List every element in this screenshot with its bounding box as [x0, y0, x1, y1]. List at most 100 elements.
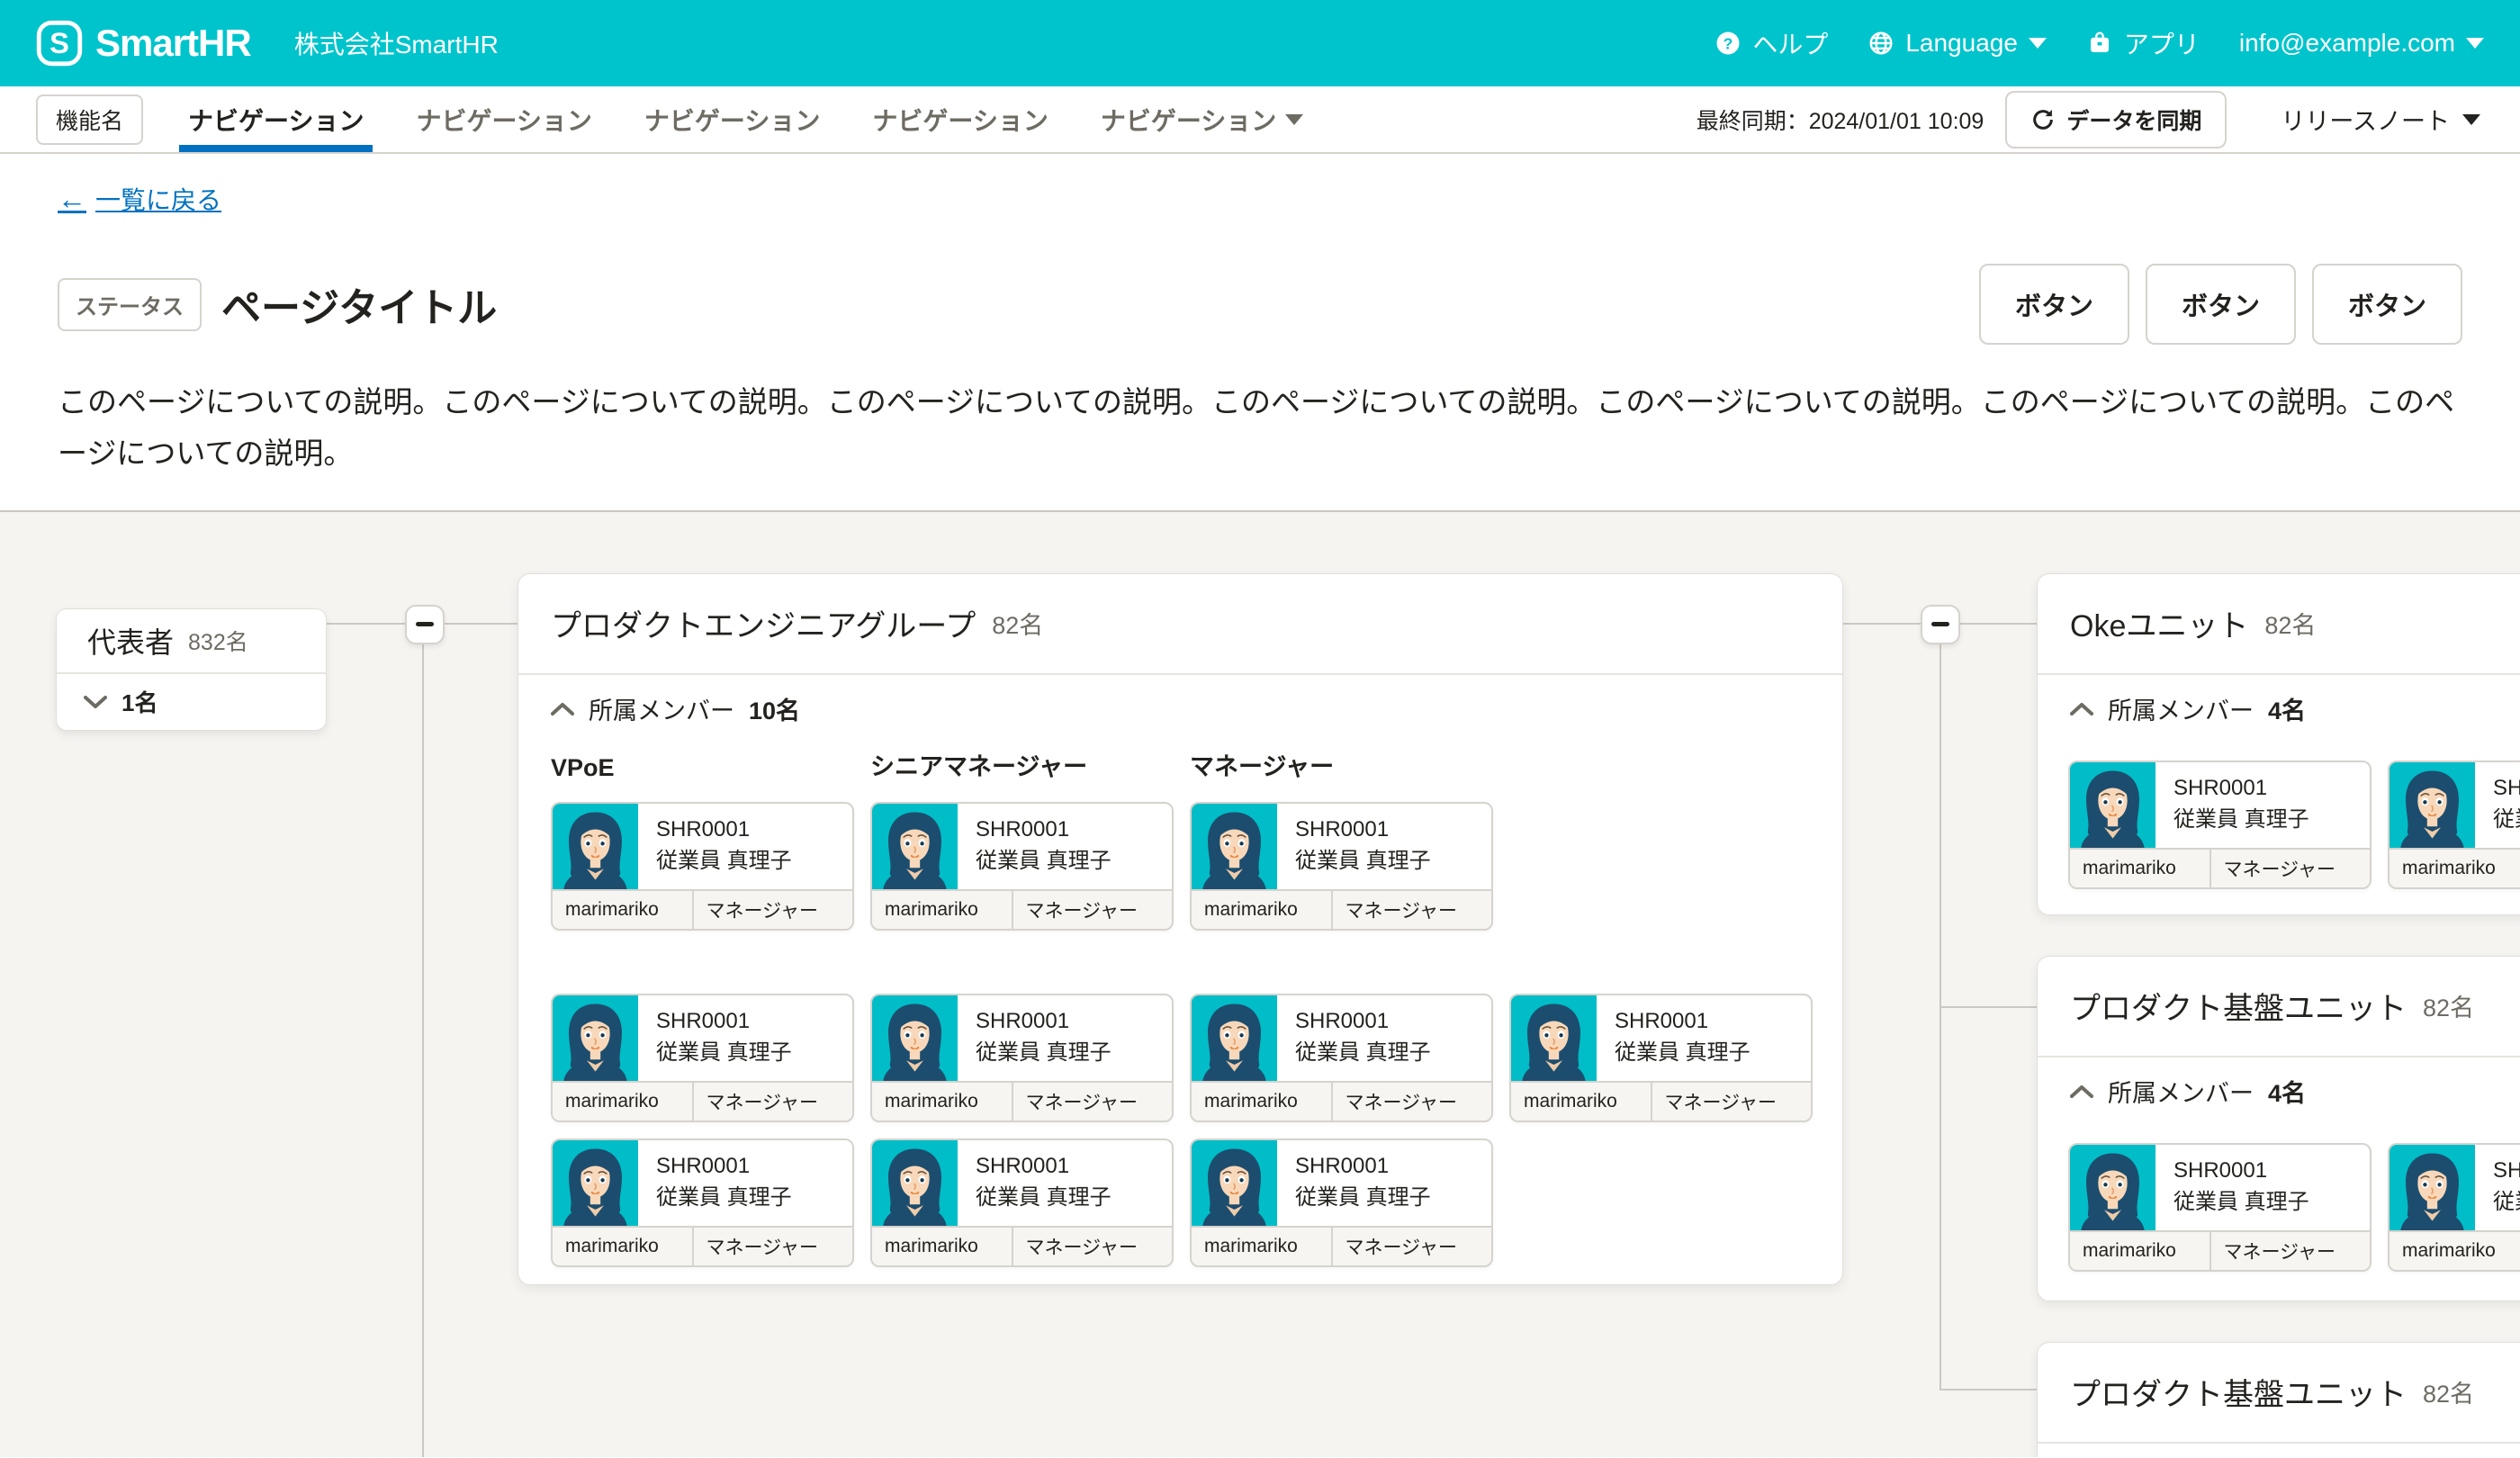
employee-name: 従業員 真理子	[2493, 807, 2520, 833]
employee-card[interactable]: SHR0001 従業員 真理子 marimariko マネージャー	[551, 994, 854, 1122]
group-title: プロダクトエンジニアグループ	[551, 601, 976, 645]
employee-card[interactable]: SHR0001 従業員 真理子 marimariko マネージャー	[1190, 802, 1493, 931]
employee-info: SHR0001 従業員 真理子	[638, 804, 792, 889]
employee-card[interactable]: SHR0001 従業員 真理子 marimariko マネージャー	[870, 1138, 1174, 1267]
employee-card-footer: marimariko マネージャー	[872, 1081, 1172, 1120]
employee-card-footer: marimariko マネージャー	[553, 1081, 852, 1120]
root-node-sub-count: 1名	[122, 685, 158, 718]
app-navigation: 機能名 ナビゲーション ナビゲーション ナビゲーション ナビゲーション ナビゲー…	[0, 86, 2520, 154]
employee-card[interactable]: SHR0001 従業員 真理子 marimariko マネージャー	[2068, 760, 2372, 889]
employee-name: 従業員 真理子	[656, 849, 792, 875]
help-link[interactable]: ? ヘルプ	[1714, 25, 1828, 61]
employee-role: マネージャー	[1333, 1083, 1492, 1120]
members-toggle[interactable]: 所属メンバー 10名	[518, 682, 1842, 736]
employee-role: マネージャー	[694, 891, 853, 929]
root-node-header: 代表者 832名	[57, 609, 326, 674]
employee-info: SHR0001 従業員 真理子	[2475, 1145, 2520, 1230]
member-card-row: SHR0001 従業員 真理子 marimariko マネージャー	[518, 802, 1842, 931]
group-count: 82名	[992, 606, 1043, 641]
employee-card[interactable]: SHR0001 従業員 真理子 marimariko マネージャー	[551, 802, 854, 931]
employee-name: 従業員 真理子	[976, 849, 1112, 875]
members-count: 4名	[2268, 691, 2306, 726]
group-header: プロダクト基盤ユニット 82名	[2038, 1343, 2520, 1444]
group-title: プロダクト基盤ユニット	[2070, 984, 2407, 1028]
apps-link[interactable]: アプリ	[2086, 25, 2200, 61]
employee-code: SHR0001	[656, 817, 792, 843]
action-button-2[interactable]: ボタン	[2146, 264, 2296, 345]
member-card-row: SHR0001 従業員 真理子 marimariko マネージャー	[518, 994, 1842, 1122]
employee-info: SHR0001 従業員 真理子	[1277, 995, 1431, 1081]
group-count: 82名	[2423, 1374, 2474, 1409]
org-chart-canvas[interactable]: 代表者 832名 1名 プロダクトエンジニアグループ 82名 所属メンバー 10…	[0, 510, 2520, 1457]
language-menu[interactable]: Language	[1868, 29, 2047, 58]
root-node-expand-row[interactable]: 1名	[57, 674, 326, 730]
nav-tab-2[interactable]: ナビゲーション	[416, 86, 591, 152]
employee-code: SHR0001	[1295, 1009, 1431, 1035]
members-toggle[interactable]: 所属メンバー 4名	[2038, 1065, 2520, 1119]
org-group-side-2: プロダクト基盤ユニット 82名 所属メンバー 4名	[2037, 956, 2520, 1301]
employee-card-footer: marimariko マネージャー	[1511, 1081, 1811, 1120]
group-count: 82名	[2264, 606, 2316, 641]
employee-card-top: SHR0001 従業員 真理子	[2070, 762, 2370, 848]
employee-username: marimariko	[1192, 1228, 1333, 1265]
employee-code: SHR0001	[976, 1154, 1112, 1180]
employee-card-top: SHR0001 従業員 真理子	[1511, 995, 1811, 1081]
smarthr-logo[interactable]: S SmartHR	[36, 20, 251, 67]
employee-avatar	[553, 995, 638, 1081]
employee-role: マネージャー	[2211, 850, 2371, 887]
employee-card[interactable]: SHR0001 従業員 真理子 marimariko マネージャー	[2068, 1143, 2372, 1272]
action-button-3[interactable]: ボタン	[2312, 264, 2462, 345]
employee-card[interactable]: SHR0001 従業員 真理子 marimariko マネージャー	[1509, 994, 1813, 1122]
collapse-button-right[interactable]	[1921, 605, 1960, 644]
employee-card[interactable]: SHR0001 従業員 真理子 marimariko マネージャー	[1190, 1138, 1493, 1267]
collapse-button-left[interactable]	[405, 605, 445, 644]
employee-card[interactable]: SHR0001 従業員 真理子 marimariko マネージャー	[870, 994, 1174, 1122]
chevron-up-icon	[551, 702, 574, 716]
employee-card[interactable]: SHR0001 従業員 真理子 marimariko マネージャー	[870, 802, 1174, 931]
employee-card-top: SHR0001 従業員 真理子	[553, 995, 852, 1081]
employee-card[interactable]: SHR0001 従業員 真理子 marimariko マネージャー	[2388, 1143, 2520, 1272]
employee-username: marimariko	[2070, 850, 2211, 887]
employee-role: マネージャー	[694, 1228, 853, 1265]
employee-name: 従業員 真理子	[656, 1185, 792, 1211]
sync-data-button[interactable]: データを同期	[2005, 91, 2227, 148]
employee-card[interactable]: SHR0001 従業員 真理子 marimariko マネージャー	[2388, 760, 2520, 889]
nav-tab-5[interactable]: ナビゲーション	[1101, 86, 1303, 152]
employee-code: SHR0001	[1615, 1009, 1750, 1035]
nav-tab-1[interactable]: ナビゲーション	[188, 86, 364, 152]
briefcase-icon	[2086, 30, 2113, 57]
employee-role: マネージャー	[2211, 1232, 2371, 1270]
release-notes-menu[interactable]: リリースノート	[2254, 102, 2520, 137]
employee-username: marimariko	[2390, 850, 2520, 887]
members-label: 所属メンバー	[2108, 691, 2254, 726]
account-menu[interactable]: info@example.com	[2239, 29, 2484, 58]
employee-card-top: SHR0001 従業員 真理子	[553, 804, 852, 889]
employee-card-top: SHR0001 従業員 真理子	[872, 1140, 1172, 1226]
employee-card-top: SHR0001 従業員 真理子	[1192, 995, 1491, 1081]
employee-card[interactable]: SHR0001 従業員 真理子 marimariko マネージャー	[1190, 994, 1493, 1122]
group-header: プロダクト基盤ユニット 82名	[2038, 957, 2520, 1058]
employee-card-top: SHR0001 従業員 真理子	[2070, 1145, 2370, 1230]
employee-code: SHR0001	[656, 1009, 792, 1035]
members-toggle[interactable]: 所属メンバー 4名	[2038, 682, 2520, 736]
action-button-1[interactable]: ボタン	[1979, 264, 2129, 345]
back-link-label: 一覧に戻る	[95, 181, 221, 217]
employee-card-top: SHR0001 従業員 真理子	[872, 995, 1172, 1081]
nav-tab-4[interactable]: ナビゲーション	[872, 86, 1048, 152]
connector-line	[1940, 1006, 2037, 1008]
account-email: info@example.com	[2239, 29, 2455, 58]
org-node-root[interactable]: 代表者 832名 1名	[56, 608, 327, 731]
nav-tab-3[interactable]: ナビゲーション	[644, 86, 820, 152]
employee-role: マネージャー	[1333, 891, 1492, 929]
employee-code: SHR0001	[1295, 1154, 1431, 1180]
group-title: プロダクト基盤ユニット	[2070, 1370, 2407, 1414]
employee-card[interactable]: SHR0001 従業員 真理子 marimariko マネージャー	[551, 1138, 854, 1267]
svg-text:S: S	[50, 27, 69, 59]
org-group-side-3: プロダクト基盤ユニット 82名	[2037, 1342, 2520, 1457]
company-name: 株式会社SmartHR	[294, 25, 499, 61]
nav-right-group: 最終同期：2024/01/01 10:09 データを同期 リリースノート	[1696, 86, 2520, 152]
chevron-up-icon	[2070, 1084, 2093, 1099]
back-to-list-link[interactable]: ← 一覧に戻る	[58, 181, 221, 217]
employee-card-footer: marimariko マネージャー	[2070, 1230, 2370, 1270]
employee-avatar	[2390, 762, 2475, 848]
